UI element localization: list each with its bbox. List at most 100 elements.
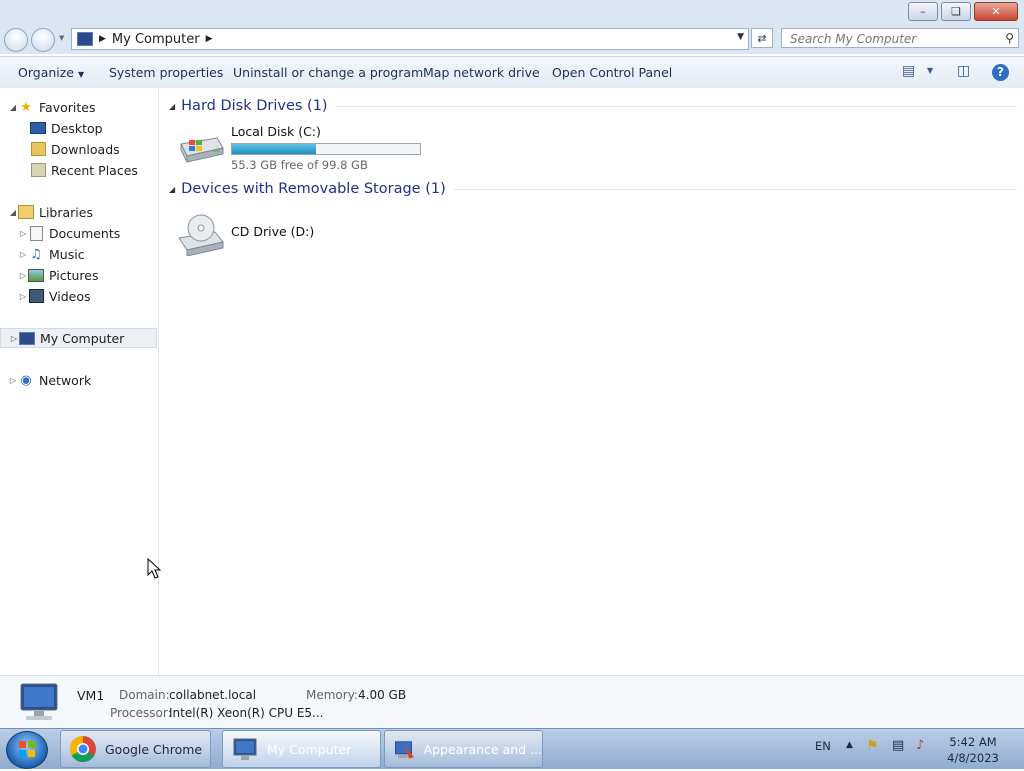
computer-icon [20,683,58,720]
nav-documents-label: Documents [49,225,121,241]
music-icon: ♫ [30,246,42,262]
organize-button[interactable]: Organize ▼ [18,65,84,80]
drive-name: CD Drive (D:) [231,224,315,239]
usage-bar [231,143,421,155]
refresh-icon: ⇄ [757,31,767,45]
pictures-icon [28,267,44,283]
nav-network-label: Network [39,372,92,388]
view-options-chevron-icon[interactable]: ▼ [927,66,933,75]
nav-favorites[interactable]: ◢ ★ Favorites [0,97,157,117]
group-title: Hard Disk Drives (1) [181,98,328,114]
expanded-arrow-icon[interactable]: ◢ [8,103,18,112]
breadcrumb-arrow-icon[interactable]: ▶ [99,34,106,44]
search-box[interactable]: ⚲ [781,28,1019,48]
nav-network[interactable]: ▷ ◉ Network [0,370,157,390]
group-header-removable[interactable]: ◢ Devices with Removable Storage (1) [169,181,1017,197]
nav-my-computer-label: My Computer [40,330,125,346]
drive-free-space: 55.3 GB free of 99.8 GB [231,158,368,172]
taskbar-app-appearance[interactable]: Appearance and ... [384,730,543,768]
collapsed-arrow-icon[interactable]: ▷ [18,250,28,259]
taskbar-app-my-computer[interactable]: My Computer [222,730,381,768]
hard-drive-icon [180,137,224,163]
nav-recent-places[interactable]: Recent Places [0,160,157,180]
preview-pane-icon[interactable]: ◫ [957,63,970,79]
drive-name: Local Disk (C:) [231,124,321,139]
downloads-folder-icon [30,141,46,157]
nav-my-computer[interactable]: ▷ My Computer [0,328,157,348]
open-control-panel-button[interactable]: Open Control Panel [552,65,672,80]
nav-downloads-label: Downloads [51,141,120,157]
volume-muted-icon[interactable]: ♪ [916,738,924,753]
nav-videos-label: Videos [49,288,91,304]
nav-downloads[interactable]: Downloads [0,139,157,159]
processor-value: Intel(R) Xeon(R) CPU E5... [169,706,324,720]
start-button[interactable] [6,731,48,769]
language-indicator[interactable]: EN [815,739,831,753]
nav-desktop-label: Desktop [51,120,103,136]
desktop-icon [30,120,46,136]
computer-icon [19,330,35,346]
uninstall-program-button[interactable]: Uninstall or change a program [233,65,423,80]
breadcrumb-my-computer[interactable]: My Computer [112,32,200,47]
breadcrumb-arrow-icon[interactable]: ▶ [206,34,213,44]
chevron-down-icon: ▼ [77,70,85,79]
system-properties-button[interactable]: System properties [109,65,223,80]
window-controls: – ❏ ✕ [905,2,1018,21]
back-button[interactable] [4,28,28,52]
close-button[interactable]: ✕ [974,2,1018,21]
address-dropdown-icon[interactable]: ▼ [737,32,744,42]
collapsed-arrow-icon[interactable]: ▷ [18,292,28,301]
collapsed-arrow-icon[interactable]: ▷ [18,229,28,238]
change-view-icon[interactable]: ▤ [902,63,915,79]
address-row: ▼ ▶ My Computer ▶ ▼ ⇄ ⚲ [0,24,1024,54]
network-status-icon[interactable]: ▤ [892,738,904,753]
network-icon: ◉ [20,372,32,388]
nav-pictures[interactable]: ▷ Pictures [0,265,157,285]
clock[interactable]: 5:42 AM 4/8/2023 [944,734,1002,766]
drive-item-local-disk[interactable]: Local Disk (C:) 55.3 GB free of 99.8 GB [177,124,421,172]
action-center-flag-icon[interactable]: ⚑ [866,738,879,754]
drive-item-cd[interactable]: CD Drive (D:) [177,208,314,256]
collapsed-arrow-icon[interactable]: ▷ [9,334,19,343]
collapse-group-icon[interactable]: ◢ [169,102,175,111]
navigation-pane: ◢ ★ Favorites Desktop Downloads Recent P… [0,88,159,675]
maximize-button[interactable]: ❏ [941,2,971,21]
documents-icon [28,225,44,241]
collapsed-arrow-icon[interactable]: ▷ [18,271,28,280]
nav-libraries[interactable]: ◢ Libraries [0,202,157,222]
group-divider [335,105,1017,107]
chrome-icon [69,735,96,763]
search-input[interactable] [788,29,992,48]
nav-favorites-label: Favorites [39,99,96,115]
search-icon[interactable]: ⚲ [1005,31,1014,45]
collapse-group-icon[interactable]: ◢ [169,185,175,194]
nav-documents[interactable]: ▷ Documents [0,223,157,243]
expanded-arrow-icon[interactable]: ◢ [8,208,18,217]
taskbar-app-chrome[interactable]: Google Chrome [60,730,211,768]
windows-logo-icon [19,741,35,757]
clock-time: 5:42 AM [949,735,997,749]
nav-music[interactable]: ▷ ♫ Music [0,244,157,264]
group-title: Devices with Removable Storage (1) [181,181,446,197]
domain-value: collabnet.local [169,688,257,702]
cd-drive-icon [178,214,224,256]
nav-desktop[interactable]: Desktop [0,118,157,138]
map-network-drive-button[interactable]: Map network drive [423,65,540,80]
clock-date: 4/8/2023 [947,751,999,765]
nav-recent-places-label: Recent Places [51,162,138,178]
nav-videos[interactable]: ▷ Videos [0,286,157,306]
show-hidden-icons-icon[interactable]: ▲ [846,740,853,750]
memory-value: 4.00 GB [358,688,407,702]
refresh-button[interactable]: ⇄ [751,28,773,48]
group-header-hard-disks[interactable]: ◢ Hard Disk Drives (1) [169,98,1017,114]
videos-icon [28,288,44,304]
mouse-cursor-icon [147,558,162,579]
address-bar[interactable]: ▶ My Computer ▶ ▼ [71,28,749,50]
help-icon[interactable]: ? [992,64,1009,81]
collapsed-arrow-icon[interactable]: ▷ [8,376,18,385]
details-pane: VM1 Domain: collabnet.local Memory: 4.00… [0,675,1024,729]
minimize-button[interactable]: – [908,2,938,21]
recent-pages-chevron-icon[interactable]: ▼ [59,34,64,42]
forward-button[interactable] [31,28,55,52]
star-icon: ★ [20,99,32,115]
